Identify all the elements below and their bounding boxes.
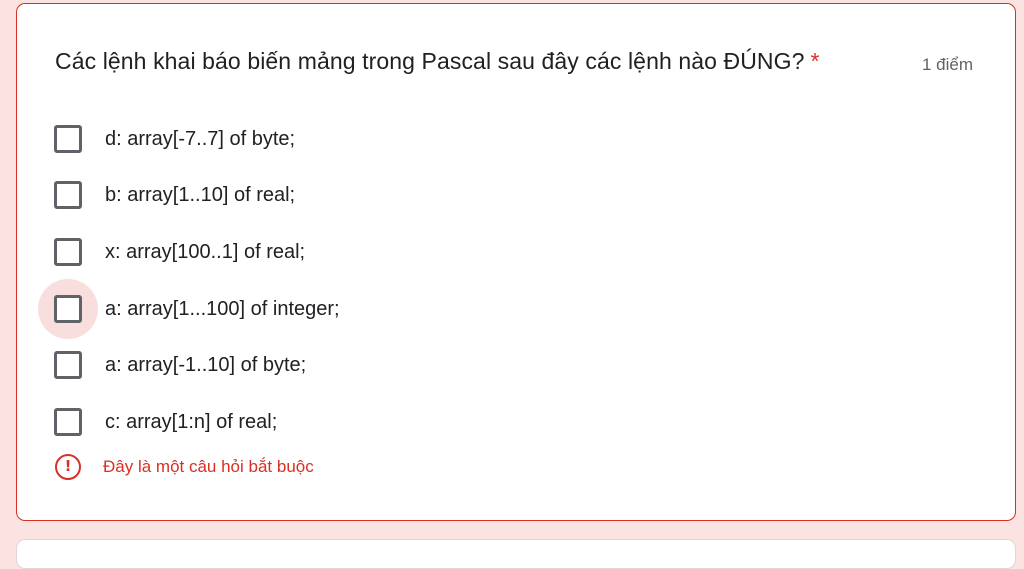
option-label: a: array[-1..10] of byte; bbox=[105, 353, 307, 376]
points-label: 1 điểm bbox=[922, 55, 974, 74]
required-error: ! Đây là một câu hỏi bắt buộc bbox=[55, 454, 314, 480]
option-d-array-minus7-7-byte[interactable]: d: array[-7..7] of byte; bbox=[37, 114, 637, 164]
option-label: d: array[-7..7] of byte; bbox=[105, 127, 296, 150]
required-asterisk: * bbox=[810, 48, 820, 74]
question-card: Các lệnh khai báo biến mảng trong Pascal… bbox=[16, 3, 1016, 521]
checkbox[interactable] bbox=[54, 351, 82, 379]
checkbox[interactable] bbox=[54, 125, 82, 153]
checkbox-wrapper bbox=[37, 227, 101, 277]
option-label: b: array[1..10] of real; bbox=[105, 183, 296, 206]
checkbox[interactable] bbox=[54, 181, 82, 209]
option-label: x: array[100..1] of real; bbox=[105, 240, 306, 263]
next-question-card bbox=[16, 539, 1016, 569]
required-error-message: Đây là một câu hỏi bắt buộc bbox=[103, 457, 314, 476]
question-title-text: Các lệnh khai báo biến mảng trong Pascal… bbox=[55, 48, 805, 74]
exclamation-circle-icon: ! bbox=[55, 454, 81, 480]
checkbox[interactable] bbox=[54, 408, 82, 436]
checkbox[interactable] bbox=[54, 238, 82, 266]
option-x-array-100-1-real[interactable]: x: array[100..1] of real; bbox=[37, 227, 637, 277]
checkbox[interactable] bbox=[54, 295, 82, 323]
checkbox-wrapper bbox=[37, 170, 101, 220]
option-b-array-1-10-real[interactable]: b: array[1..10] of real; bbox=[37, 170, 637, 220]
option-label: a: array[1...100] of integer; bbox=[105, 297, 340, 320]
checkbox-wrapper bbox=[37, 279, 101, 339]
checkbox-wrapper bbox=[37, 397, 101, 447]
checkbox-wrapper bbox=[37, 114, 101, 164]
option-a-array-minus1-10-byte[interactable]: a: array[-1..10] of byte; bbox=[37, 340, 637, 390]
question-title: Các lệnh khai báo biến mảng trong Pascal… bbox=[55, 48, 820, 75]
option-a-array-1-100-integer[interactable]: a: array[1...100] of integer; bbox=[37, 279, 637, 339]
option-c-array-1-n-real[interactable]: c: array[1:n] of real; bbox=[37, 397, 637, 447]
checkbox-wrapper bbox=[37, 340, 101, 390]
option-label: c: array[1:n] of real; bbox=[105, 410, 278, 433]
